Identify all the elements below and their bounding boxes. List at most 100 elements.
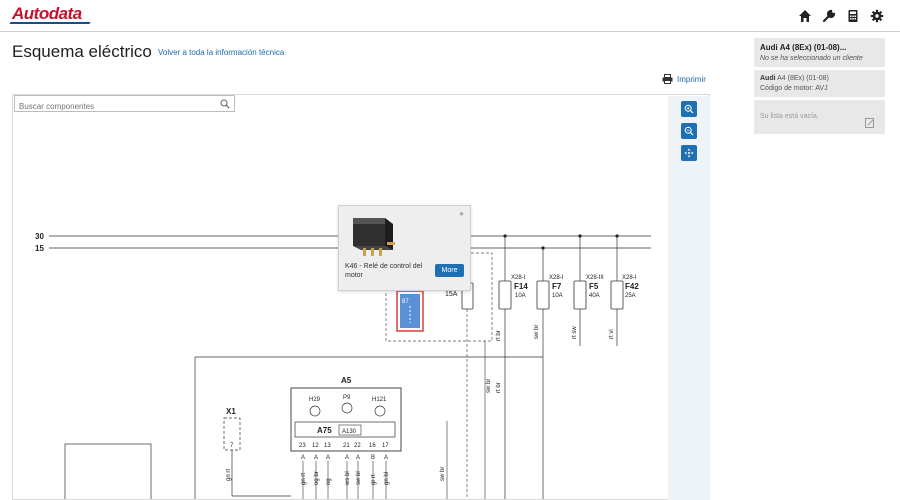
empty-list-text: Su lista está vacía.: [760, 113, 819, 120]
more-button[interactable]: More: [435, 264, 464, 277]
module-pin-number: 12: [312, 443, 319, 449]
wire-label-f42: rt vi: [609, 329, 615, 339]
module-pin-wire-label: gr rt: [371, 474, 377, 485]
module-pin-wire-label: gn rt: [301, 473, 307, 485]
engine-code: Código de motor: AVJ: [760, 85, 828, 92]
vehicle-details-card: Audi A4 (8Ex) (01-08) Código de motor: A…: [754, 70, 885, 97]
top-bar: Autodata: [0, 0, 900, 32]
vehicle-make: Audi: [760, 75, 776, 82]
module-pin-letter: A: [314, 455, 318, 461]
list-card: Su lista está vacía.: [754, 100, 885, 134]
module-a130-label: A130: [342, 429, 357, 435]
wiring-diagram: 30 15 87 15A X28-I F14 10A X28-I F7 10A …: [35, 232, 651, 500]
fit-icon: [684, 148, 694, 158]
zoom-out-button[interactable]: [681, 123, 697, 139]
back-to-technical-info-link[interactable]: Volver a toda la información técnica: [158, 48, 284, 57]
module-pin-letter: A: [356, 455, 360, 461]
module-pin-number: 21: [343, 443, 350, 449]
fuse-partial-rating: 15A: [445, 291, 458, 298]
fuse-f14-conn: X28-I: [511, 275, 526, 281]
component-name: K46 - Relé de control del motor: [345, 263, 423, 279]
client-status: No se ha seleccionado un cliente: [760, 55, 863, 62]
fuse-f7[interactable]: [536, 246, 550, 500]
search-icon[interactable]: [220, 99, 230, 109]
fuse-f42-conn: X28-I: [622, 275, 637, 281]
autodata-logo[interactable]: Autodata: [12, 4, 82, 24]
indicator-h29[interactable]: [309, 405, 321, 417]
module-pin-number: 17: [382, 443, 389, 449]
indicator-p9-label: P9: [343, 395, 351, 401]
indicator-h121[interactable]: [374, 405, 386, 417]
module-pin-letter: A: [345, 455, 349, 461]
relay-image: [353, 218, 395, 256]
module-pin-letter: B: [371, 455, 375, 461]
vehicle-model-text: A4 (8Ex) (01-08): [777, 75, 829, 82]
page-title: Esquema eléctrico: [12, 42, 152, 61]
zoom-in-icon: [684, 104, 694, 114]
fuse-f42[interactable]: [610, 234, 624, 346]
home-icon[interactable]: [796, 7, 814, 25]
settings-icon[interactable]: [868, 7, 886, 25]
component-search[interactable]: [14, 95, 235, 114]
module-pin-letter: A: [301, 455, 305, 461]
printer-icon: [662, 74, 673, 84]
module-pin-wire-label: og br: [314, 471, 320, 485]
wire-label-f14: rt br: [496, 330, 502, 341]
vehicle-model: Audi A4 (8Ex) (01-08): [760, 75, 879, 82]
module-pin-letter: A: [326, 455, 330, 461]
search-input[interactable]: [15, 99, 215, 114]
module-pin-number: 16: [369, 443, 376, 449]
fuse-f42-name: F42: [625, 282, 639, 291]
component-popup: ● K46 - Relé de control del motor More: [338, 205, 471, 291]
vehicle-title: Audi A4 (8Ex) (01-08)...: [760, 43, 847, 52]
vehicle-sidebar: Audi A4 (8Ex) (01-08)... No se ha selecc…: [754, 38, 885, 137]
wiring-diagram-canvas[interactable]: 30 15 87 15A X28-I F14 10A X28-I F7 10A …: [12, 94, 710, 500]
fuse-f7-rating: 10A: [552, 293, 563, 299]
fuse-f14-name: F14: [514, 282, 528, 291]
indicator-p9[interactable]: [341, 402, 353, 414]
module-pin-wire-label: ws bl: [345, 471, 351, 486]
wire-label-f7: sw br: [534, 325, 540, 339]
wire-label-f5: rt sw: [572, 326, 578, 339]
edit-list-icon[interactable]: [865, 118, 875, 128]
logo-swoosh: [9, 22, 91, 24]
module-pin-letter: A: [384, 455, 388, 461]
print-label: Imprimir: [677, 74, 706, 84]
module-a75-label: A75: [317, 426, 332, 435]
zoom-controls: [668, 96, 710, 500]
module-pin-wire-label: og: [326, 478, 332, 485]
bus-label-15: 15: [35, 244, 44, 253]
wire-label-mid-2: rt br: [496, 382, 502, 393]
print-button[interactable]: Imprimir: [662, 74, 706, 84]
fit-to-screen-button[interactable]: [681, 145, 697, 161]
bus-label-30: 30: [35, 232, 44, 241]
fuse-f42-rating: 25A: [625, 293, 636, 299]
fuse-f7-conn: X28-I: [549, 275, 564, 281]
fuse-f5-conn: X28-III: [586, 275, 604, 281]
component-box-left[interactable]: [64, 443, 152, 500]
indicator-h121-label: H121: [372, 397, 387, 403]
fuse-f5-name: F5: [589, 282, 599, 291]
module-pin-number: 13: [324, 443, 331, 449]
connector-x1-wire: gn rt: [226, 469, 232, 481]
module-pin-wire-label: gn bl: [384, 472, 390, 485]
wrench-icon[interactable]: [820, 7, 838, 25]
fuse-f14-rating: 10A: [515, 293, 526, 299]
wire-label-mid-1: sw br: [486, 379, 492, 393]
top-icons: [796, 7, 886, 25]
indicator-h29-label: H29: [309, 397, 321, 403]
fuse-f14[interactable]: [498, 234, 512, 500]
relay-pin-label: 87: [402, 299, 409, 305]
close-icon[interactable]: ●: [459, 209, 464, 218]
module-pin-number: 23: [299, 443, 306, 449]
connector-x1-label: X1: [226, 407, 236, 416]
zoom-in-button[interactable]: [681, 101, 697, 117]
vehicle-card[interactable]: Audi A4 (8Ex) (01-08)... No se ha selecc…: [754, 38, 885, 67]
module-pins: 23 Agn rt 12 Aog br 13 Aog 21 Aws bl 22 Asw bl 16 B…: [299, 443, 390, 499]
module-a5-label: A5: [341, 376, 352, 385]
module-pin-number: 22: [354, 443, 361, 449]
fuse-f7-name: F7: [552, 282, 562, 291]
module-pin-wire-label: sw bl: [356, 471, 362, 485]
calculator-icon[interactable]: [844, 7, 862, 25]
wire-label-low: sw br: [440, 467, 446, 481]
